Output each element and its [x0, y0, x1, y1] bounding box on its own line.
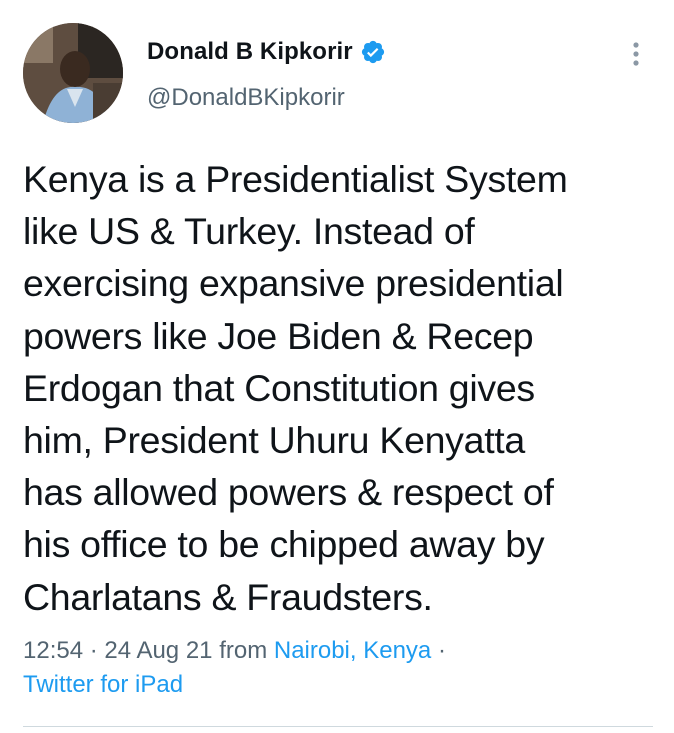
tweet-source-link[interactable]: Twitter for iPad — [23, 668, 653, 702]
meta-separator: · — [89, 637, 98, 664]
author-name-row: Donald B Kipkorir — [147, 38, 386, 66]
tweet-location-link[interactable]: Nairobi, Kenya — [274, 637, 431, 664]
meta-separator: · — [437, 637, 446, 664]
tweet-text-line: has allowed powers & respect of — [23, 471, 554, 514]
more-options-icon[interactable] — [624, 38, 648, 70]
author-display-name[interactable]: Donald B Kipkorir — [147, 38, 353, 66]
tweet-text-line: like US & Turkey. Instead of — [23, 210, 475, 253]
tweet-metadata: 12:54 · 24 Aug 21 from Nairobi, Kenya · … — [23, 634, 653, 702]
tweet-text-line: Kenya is a Presidentialist System — [23, 158, 568, 200]
tweet-text-line: his office to be chipped away by — [23, 523, 545, 566]
verified-badge-icon — [360, 39, 386, 65]
avatar-photo — [23, 23, 123, 123]
tweet-text-line: powers like Joe Biden & Recep — [23, 314, 534, 357]
tweet-text-line: Charlatans & Fraudsters. — [23, 575, 433, 618]
tweet-text-line: Erdogan that Constitution gives — [23, 366, 535, 409]
tweet-date[interactable]: 24 Aug 21 — [104, 637, 212, 664]
from-label: from — [219, 637, 268, 664]
tweet-text-line: him, President Uhuru Kenyatta — [23, 419, 525, 462]
avatar[interactable] — [23, 23, 123, 123]
tweet-time[interactable]: 12:54 — [23, 637, 83, 664]
tweet-card: Donald B Kipkorir @DonaldBKipkorir Kenya… — [0, 0, 674, 733]
divider — [23, 726, 653, 727]
tweet-text-line: exercising expansive presidential — [23, 262, 564, 305]
tweet-text: Kenya is a Presidentialist System like U… — [23, 153, 653, 623]
tweet-metadata-line-1: 12:54 · 24 Aug 21 from Nairobi, Kenya · — [23, 634, 653, 668]
author-handle[interactable]: @DonaldBKipkorir — [147, 84, 345, 112]
